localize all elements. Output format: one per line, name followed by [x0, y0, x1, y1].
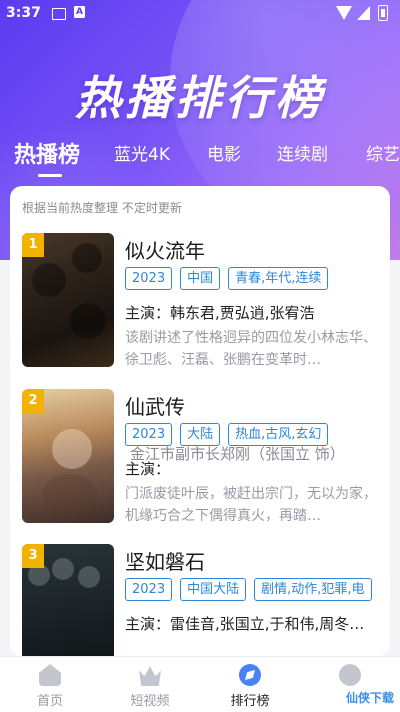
subtitle-overlay: 金江市副市长郑刚（张国立 饰）: [130, 445, 345, 463]
tag: 中国大陆: [180, 578, 247, 601]
nav-label: 短视频: [130, 694, 170, 709]
tag: 2023: [125, 578, 173, 601]
poster-image[interactable]: 2: [22, 389, 114, 523]
rank-badge: 1: [22, 233, 44, 257]
item-title[interactable]: 仙武传: [125, 391, 185, 420]
item-title[interactable]: 坚如磐石: [125, 546, 205, 575]
wifi-icon: [336, 6, 352, 20]
nav-label: 排行榜: [230, 694, 270, 709]
list-note: 根据当前热度整理 不定时更新: [22, 201, 182, 215]
a-notification-icon: A: [74, 6, 85, 18]
tag-list: 2023 中国 青春,年代,连续: [125, 267, 336, 291]
rank-badge: 3: [22, 544, 44, 568]
status-time: 3:37: [6, 5, 41, 21]
cast-line: 主演：韩东君,贾弘逍,张宥浩: [125, 304, 315, 322]
tag-list: 2023 中国大陆 剧情,动作,犯罪,电: [125, 578, 380, 602]
item-title[interactable]: 似火流年: [125, 235, 205, 264]
tab-hot[interactable]: 热播榜: [14, 140, 80, 169]
status-bar: 3:37 A: [0, 0, 400, 26]
nav-home[interactable]: 首页: [0, 657, 100, 712]
tab-movie[interactable]: 电影: [207, 140, 241, 165]
compass-icon: [239, 664, 261, 686]
tab-series[interactable]: 连续剧: [277, 140, 328, 165]
bottom-nav: 首页 短视频 排行榜 我的 仙侠下载: [0, 656, 400, 712]
watermark-logo: 仙侠下载: [345, 691, 394, 705]
cast-line: 主演：雷佳音,张国立,于和伟,周冬…: [125, 615, 365, 633]
tag: 青春,年代,连续: [228, 267, 329, 290]
gallery-notification-icon: [52, 8, 66, 20]
signal-icon: [357, 6, 370, 20]
battery-icon: [378, 5, 388, 21]
poster-image[interactable]: 3: [22, 544, 114, 656]
nav-short-video[interactable]: 短视频: [100, 657, 200, 712]
description: 门派废徒叶辰，被赶出宗门，无以为家，机缘巧合之下偶得真火，再踏…: [125, 486, 377, 524]
home-icon: [39, 664, 61, 686]
ranking-list-card: 根据当前热度整理 不定时更新 1 似火流年 2023 中国 青春,年代,连续 主演：…: [10, 186, 390, 656]
tab-bluray-4k[interactable]: 蓝光4K: [114, 140, 170, 165]
crown-icon: [139, 666, 161, 686]
status-indicators: [332, 4, 392, 22]
page-title: 热播排行榜: [75, 71, 325, 125]
rank-badge: 2: [22, 389, 44, 413]
nav-label: 首页: [36, 694, 63, 709]
active-tab-indicator: [38, 174, 62, 177]
description: 该剧讲述了性格迥异的四位发小林志华、徐卫彪、汪磊、张鹏在变革时…: [125, 330, 377, 368]
list-item[interactable]: 1 似火流年 2023 中国 青春,年代,连续 主演：韩东君,贾弘逍,张宥浩 该剧讲…: [10, 233, 390, 383]
tag: 中国: [180, 267, 221, 290]
list-item[interactable]: 3 坚如磐石 2023 中国大陆 剧情,动作,犯罪,电 主演：雷佳音,张国立,于和伟…: [10, 544, 390, 656]
poster-image[interactable]: 1: [22, 233, 114, 367]
category-tabs: 热播榜 蓝光4K 电影 连续剧 综艺: [0, 140, 400, 180]
tag: 2023: [125, 267, 173, 290]
nav-ranking[interactable]: 排行榜: [200, 657, 300, 712]
list-item[interactable]: 2 仙武传 2023 大陆 热血,古风,玄幻 主演： 门派废徒叶辰，被赶出宗门，无以…: [10, 389, 390, 539]
face-icon: [339, 664, 361, 686]
tab-variety[interactable]: 综艺: [366, 140, 400, 165]
tag: 剧情,动作,犯罪,电: [254, 578, 372, 601]
